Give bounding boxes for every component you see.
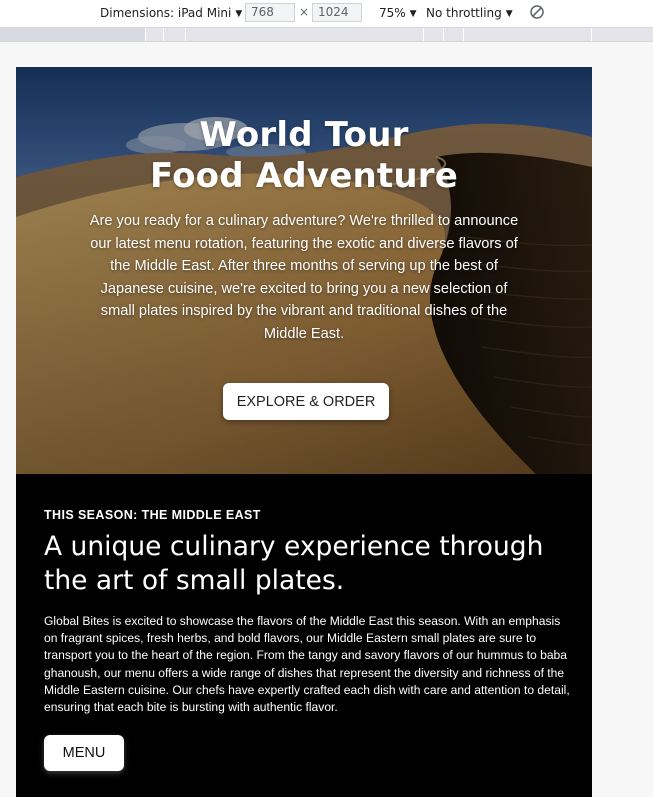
hero-intro-text: Are you ready for a culinary adventure? … xyxy=(89,213,519,342)
ruler-tick xyxy=(145,28,146,41)
ruler-tick xyxy=(463,28,464,41)
chevron-down-icon: ▼ xyxy=(235,9,243,19)
height-input[interactable]: 1024 xyxy=(312,3,362,22)
ruler-tick xyxy=(591,28,592,41)
hero-title-line-1: World Tour xyxy=(199,115,409,155)
ruler-tick xyxy=(185,28,186,41)
media-query-ruler[interactable] xyxy=(0,27,653,42)
hero-section: World Tour Food Adventure Are you ready … xyxy=(16,67,592,474)
throttling-select[interactable]: No throttling ▼ xyxy=(426,6,513,20)
devtools-device-toolbar: Dimensions: iPad Mini ▼ 768 × 1024 75% ▼ N… xyxy=(0,0,653,27)
explore-order-button[interactable]: EXPLORE & ORDER xyxy=(223,383,389,420)
season-headline: A unique culinary experience through the… xyxy=(44,531,544,596)
zoom-select[interactable]: 75% ▼ xyxy=(379,6,417,20)
hero-title-line-2: Food Adventure xyxy=(150,156,458,196)
ruler-segment[interactable] xyxy=(0,28,145,41)
device-viewport: World Tour Food Adventure Are you ready … xyxy=(16,67,592,797)
dimensions-select[interactable]: Dimensions: iPad Mini ▼ xyxy=(100,6,242,20)
ruler-tick xyxy=(423,28,424,41)
dimension-separator: × xyxy=(299,5,310,19)
rotate-button[interactable] xyxy=(529,4,545,23)
zoom-label: 75% xyxy=(379,6,406,20)
season-body-text: Global Bites is excited to showcase the … xyxy=(44,614,570,715)
chevron-down-icon: ▼ xyxy=(409,9,417,19)
ruler-tick xyxy=(163,28,164,41)
chevron-down-icon: ▼ xyxy=(505,9,513,19)
block-icon xyxy=(530,5,544,19)
hero-title: World Tour Food Adventure xyxy=(16,115,592,197)
season-section: THIS SEASON: THE MIDDLE EAST A unique cu… xyxy=(16,474,592,797)
menu-button[interactable]: MENU xyxy=(44,735,124,771)
season-eyebrow: THIS SEASON: THE MIDDLE EAST xyxy=(44,508,261,522)
width-input[interactable]: 768 xyxy=(245,3,295,22)
throttling-label: No throttling xyxy=(426,6,502,20)
ruler-tick xyxy=(443,28,444,41)
dimensions-label: Dimensions: iPad Mini xyxy=(100,6,232,20)
